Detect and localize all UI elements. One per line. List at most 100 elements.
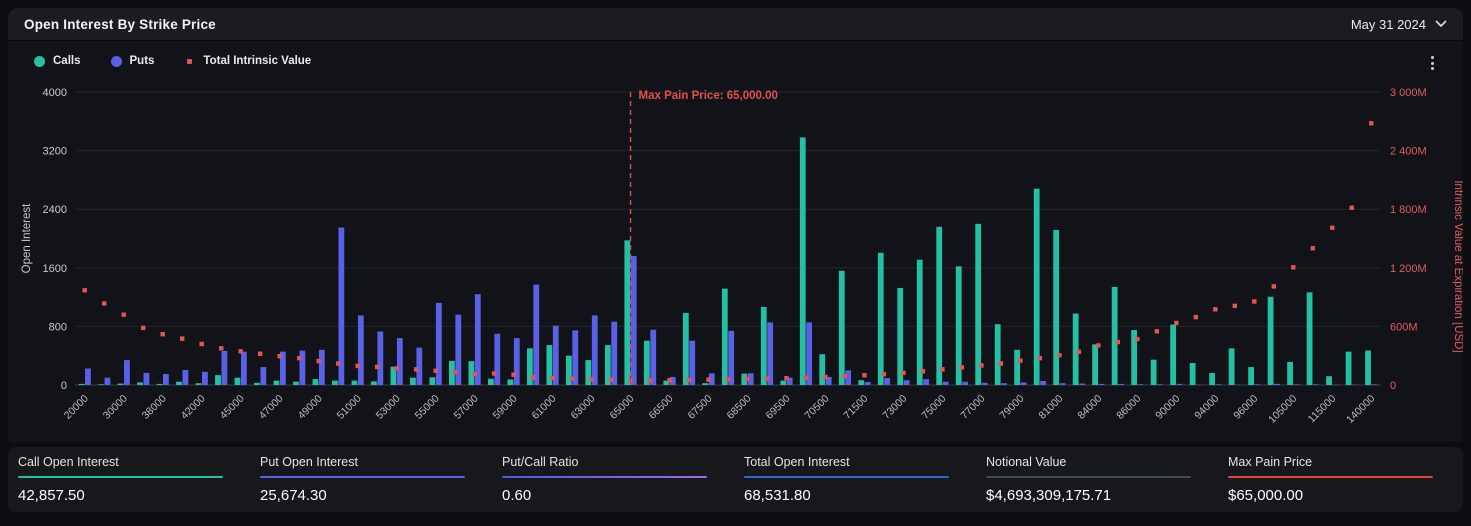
put-bar — [416, 348, 422, 385]
call-bar — [1209, 373, 1215, 385]
put-bar — [865, 382, 871, 385]
stat-value: 25,674.30 — [260, 487, 492, 504]
stat-value: 0.60 — [502, 487, 734, 504]
call-bar — [1287, 362, 1293, 385]
expiry-date-selector[interactable]: May 31 2024 — [1351, 17, 1447, 32]
call-bar — [79, 384, 85, 385]
intrinsic-value-dot — [1272, 284, 1276, 288]
stat-underline — [260, 476, 465, 478]
intrinsic-value-dot — [1369, 121, 1373, 125]
x-axis-label: 53000 — [374, 393, 403, 422]
x-axis-label: 68500 — [724, 393, 753, 422]
kebab-menu-button[interactable] — [1423, 53, 1441, 73]
intrinsic-value-dot — [531, 375, 535, 379]
call-bar — [858, 380, 864, 385]
max-pain-annotation: Max Pain Price: 65,000.00 — [639, 90, 778, 102]
legend-item[interactable]: Calls — [34, 55, 81, 67]
intrinsic-value-dot — [433, 369, 437, 373]
intrinsic-value-dot — [667, 378, 671, 382]
intrinsic-value-dot — [316, 359, 320, 363]
call-bar — [157, 384, 163, 385]
left-axis-tick: 1600 — [43, 263, 67, 275]
intrinsic-value-dot — [784, 376, 788, 380]
x-axis-label: 90000 — [1153, 393, 1182, 422]
put-bar — [397, 338, 403, 385]
kebab-dot — [1431, 67, 1434, 70]
intrinsic-value-dot — [238, 349, 242, 353]
put-bar — [221, 351, 227, 385]
x-axis-label: 45000 — [218, 393, 247, 422]
expiry-date-label: May 31 2024 — [1351, 17, 1426, 32]
call-bar — [644, 341, 650, 385]
x-axis-label: 84000 — [1075, 393, 1104, 422]
summary-stats-bar: Call Open Interest 42,857.50 Put Open In… — [8, 447, 1463, 512]
intrinsic-value-dot — [979, 363, 983, 367]
left-axis-tick: 800 — [49, 321, 67, 333]
right-axis-title: Intrinsic Value at Expiration [USD] — [1452, 180, 1463, 352]
put-bar — [105, 378, 111, 385]
put-bar — [533, 285, 539, 385]
intrinsic-value-dot — [921, 369, 925, 373]
intrinsic-value-dot — [511, 373, 515, 377]
legend-item[interactable]: Total Intrinsic Value — [184, 55, 311, 67]
call-bar — [293, 382, 299, 385]
x-axis-label: 67500 — [685, 393, 714, 422]
put-bar — [1313, 384, 1319, 385]
x-axis-label: 49000 — [296, 393, 325, 422]
x-axis-label: 38000 — [140, 393, 169, 422]
legend-label: Puts — [130, 55, 155, 67]
panel-header: Open Interest By Strike Price May 31 202… — [8, 8, 1463, 41]
call-bar — [1112, 287, 1118, 385]
right-axis-tick: 1 800M — [1390, 204, 1427, 216]
call-bar — [371, 381, 377, 385]
chart-section: Calls Puts Total Intrinsic Value 0080060… — [8, 41, 1463, 442]
legend-item[interactable]: Puts — [111, 55, 155, 67]
stat-label: Total Open Interest — [744, 455, 976, 469]
put-bar — [202, 372, 208, 385]
kebab-dot — [1431, 56, 1434, 59]
put-bar — [904, 380, 910, 385]
call-bar — [215, 375, 221, 385]
put-bar — [319, 350, 325, 385]
stat-label: Notional Value — [986, 455, 1218, 469]
call-bar — [488, 379, 494, 385]
call-bar — [352, 381, 358, 385]
call-bar — [1307, 292, 1313, 385]
stat-block: Put Open Interest 25,674.30 — [250, 455, 492, 504]
call-bar — [1170, 325, 1176, 385]
call-bar — [624, 240, 630, 385]
intrinsic-value-dot — [297, 356, 301, 360]
legend-marker-icon — [111, 56, 122, 67]
put-bar — [494, 334, 500, 385]
call-bar — [313, 379, 319, 385]
intrinsic-value-dot — [122, 312, 126, 316]
call-bar — [98, 384, 104, 385]
legend-label: Calls — [53, 55, 81, 67]
intrinsic-value-dot — [726, 377, 730, 381]
intrinsic-value-dot — [219, 346, 223, 350]
x-axis-label: 115000 — [1306, 393, 1339, 426]
call-bar — [702, 383, 708, 385]
call-bar — [1346, 352, 1352, 385]
intrinsic-value-dot — [901, 371, 905, 375]
intrinsic-value-dot — [1155, 329, 1159, 333]
x-axis-label: 55000 — [413, 393, 442, 422]
call-bar — [1053, 230, 1059, 385]
x-axis-label: 75000 — [919, 393, 948, 422]
intrinsic-value-dot — [180, 336, 184, 340]
intrinsic-value-dot — [765, 376, 769, 380]
x-axis-label: 69500 — [763, 393, 792, 422]
stat-underline — [986, 476, 1191, 478]
x-axis-label: 63000 — [569, 393, 598, 422]
intrinsic-value-dot — [355, 364, 359, 368]
put-bar — [650, 330, 656, 385]
legend-label: Total Intrinsic Value — [203, 55, 311, 67]
intrinsic-value-dot — [745, 377, 749, 381]
put-bar — [962, 382, 968, 385]
intrinsic-value-dot — [277, 354, 281, 358]
right-axis-tick: 1 200M — [1390, 263, 1427, 275]
put-bar — [514, 338, 520, 385]
intrinsic-value-dot — [336, 361, 340, 365]
x-axis-label: 70500 — [802, 393, 831, 422]
intrinsic-value-dot — [1330, 226, 1334, 230]
